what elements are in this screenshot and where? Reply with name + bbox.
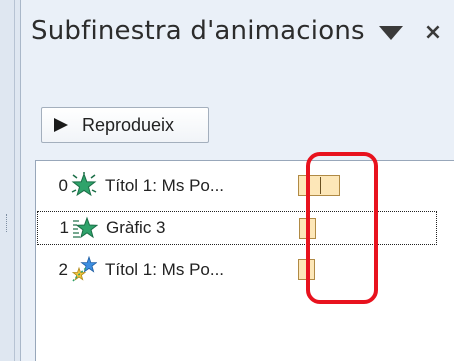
left-splitter[interactable]	[0, 0, 20, 361]
animation-item-name: Títol 1: Ms Po...	[105, 176, 225, 195]
splitter-edge	[14, 0, 15, 361]
timing-bar-marker	[320, 177, 321, 194]
pane-header: Subfinestra d'animacions ×	[21, 14, 454, 56]
play-button-label: Reprodueix	[82, 114, 175, 135]
animation-item-name: Gràfic 3	[106, 218, 166, 237]
splitter-grip-icon[interactable]	[6, 214, 9, 232]
timing-bar[interactable]	[298, 259, 315, 280]
entrance-star-icon	[71, 172, 97, 197]
timing-bar[interactable]	[299, 218, 316, 239]
play-button[interactable]: Reprodueix	[41, 107, 209, 143]
animation-order-number: 2	[58, 260, 68, 279]
timing-bar[interactable]	[298, 175, 340, 196]
animation-list-item[interactable]: 0 Títol 1: Ms Po...	[37, 169, 437, 203]
motion-stars-icon	[71, 256, 97, 282]
close-icon[interactable]: ×	[421, 16, 445, 50]
pane-title: Subfinestra d'animacions	[31, 16, 365, 46]
animation-order-number: 1	[59, 218, 69, 237]
animation-order-number: 0	[58, 176, 68, 195]
animation-pane: Subfinestra d'animacions × Reprodueix 0 …	[20, 0, 454, 361]
pane-options-dropdown-icon[interactable]	[379, 26, 403, 40]
entrance-effect-star-icon	[73, 216, 98, 239]
animation-item-name: Títol 1: Ms Po...	[105, 260, 225, 279]
animation-list[interactable]: 0 Títol 1: Ms Po... 1 Gràfic 3 2 Títol 1…	[35, 160, 454, 361]
animation-list-item[interactable]: 1 Gràfic 3	[37, 211, 437, 245]
play-icon	[54, 118, 68, 132]
animation-list-item[interactable]: 2 Títol 1: Ms Po...	[37, 253, 437, 287]
